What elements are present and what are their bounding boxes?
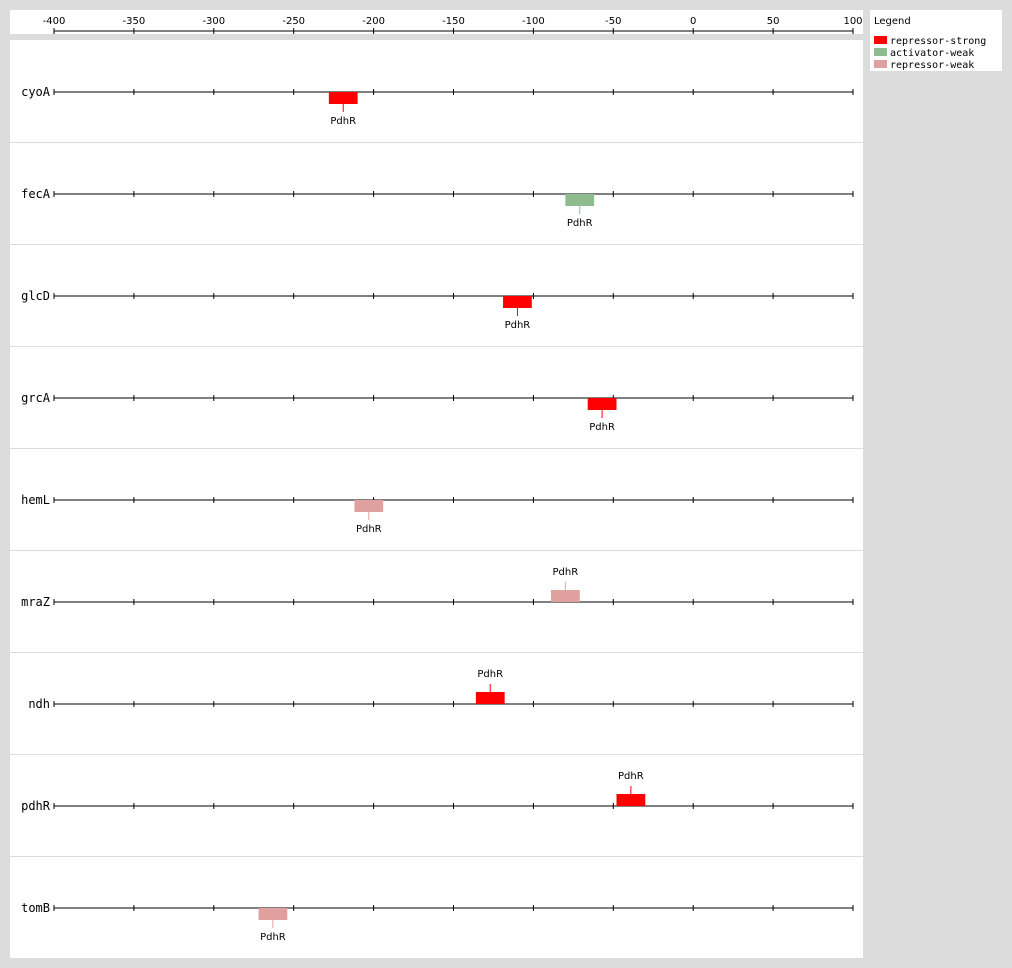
top-axis-tick-label: -150 <box>442 16 465 27</box>
gene-tracks: cyoA PdhR fecA PdhR glcD PdhR grcA PdhR hemL PdhR… <box>10 85 863 943</box>
binding-site-label: PdhR <box>553 567 579 578</box>
gene-track-tomB: tomB PdhR <box>10 856 863 943</box>
gene-track-grcA: grcA PdhR <box>10 346 863 433</box>
gene-label: grcA <box>21 391 51 405</box>
gene-track-cyoA: cyoA PdhR <box>21 85 854 127</box>
top-axis-tick-label: -350 <box>123 16 146 27</box>
gene-label: tomB <box>21 901 50 915</box>
binding-site[interactable] <box>258 908 288 920</box>
legend-swatch <box>874 48 887 56</box>
gene-label: fecA <box>21 187 51 201</box>
legend-item-label: repressor-weak <box>890 60 974 71</box>
binding-site-label: PdhR <box>589 422 615 433</box>
legend-item-label: repressor-strong <box>890 36 986 47</box>
binding-site-label: PdhR <box>356 524 382 535</box>
binding-site-label: PdhR <box>477 669 503 680</box>
binding-site[interactable] <box>328 92 358 104</box>
gene-tracks-panel: cyoA PdhR fecA PdhR glcD PdhR grcA PdhR hemL PdhR… <box>10 40 863 958</box>
legend-title: Legend <box>874 16 911 27</box>
gene-label: cyoA <box>21 85 51 99</box>
top-axis-tick-label: -300 <box>202 16 225 27</box>
binding-site-label: PdhR <box>330 116 356 127</box>
binding-site[interactable] <box>354 500 384 512</box>
binding-site[interactable] <box>503 296 532 308</box>
legend-swatch <box>874 36 887 44</box>
top-axis: -400 -350 -300 -250 -200 -150 -100 -50 0 50 100 <box>43 16 863 34</box>
top-axis-tick-label: -200 <box>362 16 385 27</box>
top-axis-panel: -400 -350 -300 -250 -200 -150 -100 -50 0 50 100 <box>10 10 863 34</box>
binding-site[interactable] <box>550 590 580 602</box>
top-axis-tick-label: 50 <box>767 16 780 27</box>
gene-track-glcD: glcD PdhR <box>10 244 863 331</box>
top-axis-tick-label: -100 <box>522 16 545 27</box>
binding-site[interactable] <box>565 194 595 206</box>
legend-swatch <box>874 60 887 68</box>
binding-site-label: PdhR <box>567 218 593 229</box>
gene-label: glcD <box>21 289 50 303</box>
gene-track-mraZ: mraZ PdhR <box>10 550 863 609</box>
legend-item-label: activator-weak <box>890 48 974 59</box>
legend: Legend repressor-strong activator-weak repr… <box>870 10 1002 71</box>
top-axis-tick-label: -250 <box>282 16 305 27</box>
top-axis-tick-label: -400 <box>43 16 66 27</box>
binding-site[interactable] <box>616 794 646 806</box>
top-axis-tick-label: 100 <box>843 16 862 27</box>
gene-label: hemL <box>21 493 50 507</box>
gene-track-pdhR: pdhR PdhR <box>10 754 863 813</box>
gene-track-ndh: ndh PdhR <box>10 652 863 711</box>
gene-track-fecA: fecA PdhR <box>10 142 863 229</box>
gene-label: ndh <box>28 697 50 711</box>
binding-site[interactable] <box>587 398 617 410</box>
gene-label: pdhR <box>21 799 51 813</box>
gene-track-hemL: hemL PdhR <box>10 448 863 535</box>
binding-site-label: PdhR <box>260 932 286 943</box>
top-axis-tick-label: -50 <box>605 16 621 27</box>
binding-site-label: PdhR <box>618 771 644 782</box>
gene-label: mraZ <box>21 595 50 609</box>
binding-site-label: PdhR <box>505 320 531 331</box>
top-axis-tick-label: 0 <box>690 16 696 27</box>
binding-site[interactable] <box>475 692 505 704</box>
legend-graphic: Legend repressor-strongactivator-weakrepr… <box>874 16 986 71</box>
